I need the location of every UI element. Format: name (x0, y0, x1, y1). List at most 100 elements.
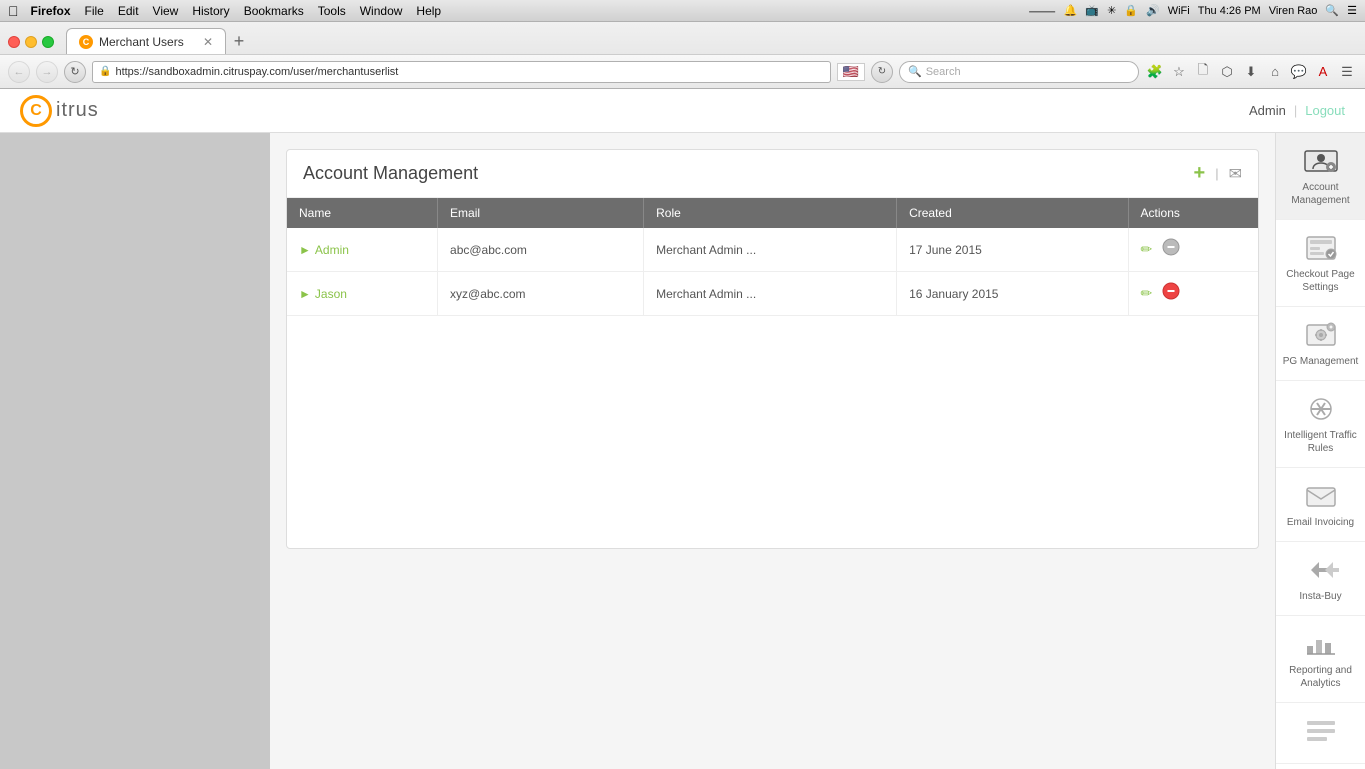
user-created-cell: 17 June 2015 (897, 228, 1128, 272)
menu-tools[interactable]: Tools (318, 4, 346, 18)
notification-icon: 🔔 (1064, 4, 1078, 17)
edit-button[interactable]: ✏ (1141, 241, 1153, 258)
sidebar-label-traffic: Intelligent Traffic Rules (1282, 429, 1359, 455)
menu-hamburger[interactable]: ☰ (1337, 64, 1357, 80)
checkout-page-settings-icon (1301, 232, 1341, 264)
logo-circle: C (20, 95, 52, 127)
menu-help[interactable]: Help (416, 4, 441, 18)
citrus-logo: C itrus (20, 95, 99, 127)
close-button[interactable] (8, 36, 20, 48)
search-icon: 🔍 (908, 65, 922, 78)
menu-bookmarks[interactable]: Bookmarks (244, 4, 304, 18)
extensions-icon[interactable]: 🧩 (1145, 64, 1165, 80)
col-email: Email (438, 198, 644, 228)
list-icon[interactable]: ☰ (1347, 4, 1357, 17)
panel-title: Account Management (303, 163, 478, 184)
volume-icon: 🔊 (1146, 4, 1160, 17)
bluetooth-icon: ✳ (1107, 4, 1116, 17)
logout-link[interactable]: Logout (1305, 103, 1345, 118)
app-header: C itrus Admin | Logout (0, 89, 1365, 133)
back-button[interactable]: ← (8, 61, 30, 83)
account-panel: Account Management + | ✉ Name Email Role… (286, 149, 1259, 549)
traffic-rules-icon (1301, 393, 1341, 425)
apple-menu[interactable]:  (8, 3, 19, 19)
sidebar-item-traffic[interactable]: Intelligent Traffic Rules (1276, 381, 1365, 468)
maximize-button[interactable] (42, 36, 54, 48)
email-button[interactable]: ✉ (1229, 164, 1242, 184)
user-actions-cell: ✏ (1128, 228, 1258, 272)
row-expander[interactable]: ► (299, 243, 311, 257)
menu-view[interactable]: View (153, 4, 179, 18)
download-icon[interactable]: ⬇ (1241, 64, 1261, 80)
search-icon[interactable]: 🔍 (1325, 4, 1339, 17)
sidebar-item-pg[interactable]: PG Management (1276, 307, 1365, 381)
menubar-right-icons: ⸻ 🔔 📺 ✳ 🔒 🔊 WiFi Thu 4:26 PM Viren Rao 🔍… (1029, 3, 1357, 19)
content-area: Account Management + | ✉ Name Email Role… (270, 133, 1275, 769)
table-header-row: Name Email Role Created Actions (287, 198, 1258, 228)
reload-button[interactable]: ↻ (64, 61, 86, 83)
star-icon[interactable]: ☆ (1169, 64, 1189, 80)
sidebar-label-pg: PG Management (1283, 355, 1359, 368)
sidebar-item-email[interactable]: Email Invoicing (1276, 468, 1365, 542)
user-actions-cell: ✏ (1128, 272, 1258, 316)
addon-icon[interactable]: A (1313, 64, 1333, 79)
home-icon[interactable]: ⌂ (1265, 64, 1285, 79)
sidebar-item-reporting[interactable]: Reporting and Analytics (1276, 616, 1365, 703)
misc-icon (1301, 715, 1341, 747)
cast-icon: 📺 (1085, 4, 1099, 17)
user-name-cell: ► Admin (287, 228, 438, 272)
main-layout: Account Management + | ✉ Name Email Role… (0, 133, 1365, 769)
right-sidebar: Account Management Checkout Page Setting… (1275, 133, 1365, 769)
tab-label: Merchant Users (99, 35, 184, 49)
sidebar-label-reporting: Reporting and Analytics (1282, 664, 1359, 690)
col-actions: Actions (1128, 198, 1258, 228)
left-spacer (0, 133, 270, 769)
browser-tab[interactable]: C Merchant Users ✕ (66, 28, 226, 54)
minimize-button[interactable] (25, 36, 37, 48)
panel-divider: | (1215, 166, 1218, 181)
browser-search-bar[interactable]: 🔍 Search (899, 61, 1139, 83)
wifi-icon: WiFi (1168, 5, 1190, 17)
table-row: ►Jasonxyz@abc.comMerchant Admin ...16 Ja… (287, 272, 1258, 316)
new-tab-button[interactable]: + (226, 28, 252, 54)
sidebar-label-email: Email Invoicing (1287, 516, 1354, 529)
lock-icon: 🔒 (1124, 4, 1138, 17)
tab-bar: C Merchant Users ✕ + (0, 22, 1365, 54)
row-expander[interactable]: ► (299, 287, 311, 301)
menu-file[interactable]: File (85, 4, 104, 18)
reload-button-2[interactable]: ↻ (871, 61, 893, 83)
sidebar-label-checkout: Checkout Page Settings (1282, 268, 1359, 294)
user-name-link[interactable]: Jason (315, 287, 347, 301)
traffic-lights (8, 36, 54, 48)
browser-chrome: C Merchant Users ✕ + ← → ↻ 🔒 https://san… (0, 22, 1365, 89)
tab-close-button[interactable]: ✕ (203, 35, 213, 49)
menu-history[interactable]: History (192, 4, 229, 18)
forward-button[interactable]: → (36, 61, 58, 83)
user-created-cell: 16 January 2015 (897, 272, 1128, 316)
menu-window[interactable]: Window (360, 4, 403, 18)
header-divider: | (1294, 103, 1297, 118)
menu-edit[interactable]: Edit (118, 4, 139, 18)
logo-text: itrus (56, 99, 99, 122)
menu-items: Firefox File Edit View History Bookmarks… (31, 4, 442, 18)
chat-icon[interactable]: 💬 (1289, 64, 1309, 80)
admin-label: Admin (1249, 103, 1286, 118)
menu-firefox[interactable]: Firefox (31, 4, 71, 18)
time-display: Thu 4:26 PM (1198, 5, 1261, 17)
user-name-link[interactable]: Admin (315, 243, 349, 257)
edit-button[interactable]: ✏ (1141, 285, 1153, 302)
action-cell: ✏ (1141, 238, 1246, 261)
delete-button[interactable] (1162, 238, 1180, 261)
flag-selector[interactable]: 🇺🇸 (837, 63, 865, 81)
add-user-button[interactable]: + (1194, 162, 1206, 185)
mac-menubar:  Firefox File Edit View History Bookmar… (0, 0, 1365, 22)
col-created: Created (897, 198, 1128, 228)
address-bar[interactable]: 🔒 https://sandboxadmin.citruspay.com/use… (92, 61, 831, 83)
sidebar-item-account[interactable]: Account Management (1276, 133, 1365, 220)
pocket-icon[interactable]: ⬡ (1217, 64, 1237, 80)
delete-button[interactable] (1162, 282, 1180, 305)
reader-icon[interactable]: 🗋 (1193, 61, 1213, 83)
sidebar-item-instabuy[interactable]: Insta-Buy (1276, 542, 1365, 616)
sidebar-item-misc[interactable] (1276, 703, 1365, 764)
sidebar-item-checkout[interactable]: Checkout Page Settings (1276, 220, 1365, 307)
